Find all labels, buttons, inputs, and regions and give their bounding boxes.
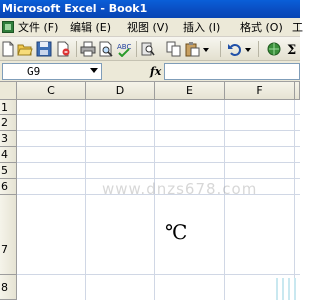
- row-header-3[interactable]: 3: [0, 131, 17, 147]
- print-icon[interactable]: [80, 41, 96, 57]
- row-header-7[interactable]: 7: [0, 195, 17, 275]
- column-header-f[interactable]: F: [225, 82, 295, 100]
- cell-e7-value[interactable]: ℃: [165, 220, 187, 244]
- print-preview-icon[interactable]: [98, 41, 114, 57]
- workbook-icon[interactable]: [2, 21, 14, 33]
- menu-view[interactable]: 视图 (V): [127, 20, 169, 35]
- row-header-6[interactable]: 6: [0, 179, 17, 195]
- menu-format[interactable]: 格式 (O): [240, 20, 283, 35]
- paste-dropdown-icon[interactable]: [202, 41, 210, 57]
- worksheet-grid[interactable]: C D E F 1 2 3 4 5 6 7 8 www.dnzs678.com …: [0, 82, 300, 300]
- column-gridline: [154, 100, 155, 300]
- row-gridline: [17, 130, 300, 131]
- standard-toolbar: ABC Σ: [0, 37, 300, 61]
- spelling-icon[interactable]: ABC: [116, 41, 132, 57]
- copy-icon[interactable]: [166, 41, 182, 57]
- paste-icon[interactable]: [184, 41, 200, 57]
- row-gridline: [17, 146, 300, 147]
- autosum-icon[interactable]: Σ: [286, 41, 302, 57]
- row-header-1[interactable]: 1: [0, 100, 17, 115]
- open-icon[interactable]: [17, 41, 33, 57]
- row-gridline: [17, 178, 300, 179]
- decorative-marks: [272, 278, 300, 300]
- undo-dropdown-icon[interactable]: [244, 41, 252, 57]
- toolbar-separator: [76, 41, 77, 57]
- name-box[interactable]: G9: [2, 63, 102, 80]
- column-headers: C D E F: [0, 82, 300, 100]
- permission-icon[interactable]: [55, 41, 71, 57]
- row-header-5[interactable]: 5: [0, 163, 17, 179]
- menu-edit[interactable]: 编辑 (E): [70, 20, 111, 35]
- column-header-c[interactable]: C: [17, 82, 86, 100]
- save-icon[interactable]: [36, 41, 52, 57]
- row-gridline: [17, 274, 300, 275]
- row-gridline: [17, 114, 300, 115]
- research-icon[interactable]: [140, 41, 156, 57]
- row-header-4[interactable]: 4: [0, 147, 17, 163]
- menu-tools[interactable]: 工: [292, 20, 303, 35]
- toolbar-separator: [258, 41, 259, 57]
- menu-bar: 文件 (F) 编辑 (E) 视图 (V) 插入 (I) 格式 (O) 工: [0, 18, 303, 37]
- column-header-e[interactable]: E: [155, 82, 225, 100]
- name-box-dropdown-icon[interactable]: [90, 68, 98, 73]
- row-header-8[interactable]: 8: [0, 275, 17, 300]
- row-gridline: [17, 162, 300, 163]
- toolbar-separator: [220, 41, 221, 57]
- formula-bar: G9 fx: [0, 61, 300, 82]
- column-gridline: [294, 100, 295, 300]
- svg-text:Σ: Σ: [287, 43, 296, 57]
- watermark-text: www.dnzs678.com: [102, 180, 258, 198]
- hyperlink-icon[interactable]: [266, 41, 282, 57]
- new-icon[interactable]: [0, 41, 16, 57]
- column-gridline: [85, 100, 86, 300]
- undo-icon[interactable]: [226, 41, 242, 57]
- column-gridline: [224, 100, 225, 300]
- row-header-2[interactable]: 2: [0, 115, 17, 131]
- column-header-d[interactable]: D: [86, 82, 155, 100]
- toolbar-separator: [136, 41, 137, 57]
- menu-insert[interactable]: 插入 (I): [183, 20, 220, 35]
- window-title: Microsoft Excel - Book1: [0, 0, 300, 18]
- formula-input[interactable]: [164, 63, 300, 80]
- menu-file[interactable]: 文件 (F): [18, 20, 58, 35]
- column-header-g[interactable]: [295, 82, 300, 100]
- insert-function-icon[interactable]: fx: [150, 63, 164, 80]
- select-all-corner[interactable]: [0, 82, 17, 100]
